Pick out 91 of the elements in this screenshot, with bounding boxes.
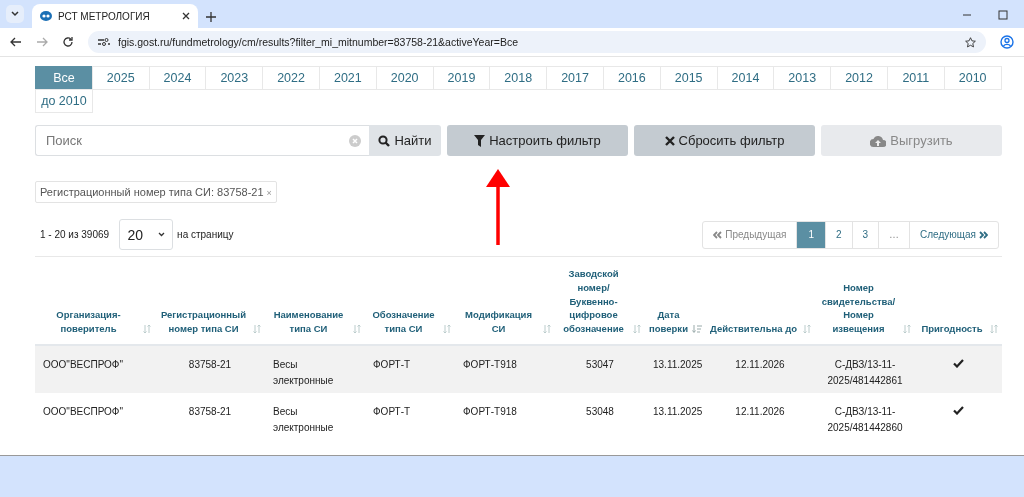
next-page-button[interactable]: Следующая (909, 221, 998, 248)
table-cell: ООО"ВЕСПРОФ" (43, 406, 123, 417)
column-header[interactable]: Организация-поверитель (38, 308, 139, 336)
column-header[interactable]: Регистрационный номер типа СИ (158, 308, 249, 336)
year-tab[interactable]: 2023 (205, 66, 264, 90)
table-cell: 13.11.2025 (653, 406, 703, 417)
table-cell: С-ДВЗ/13-11-2025/481442861 (827, 359, 903, 386)
table-cell: ФОРТ-Т918 (463, 359, 517, 370)
search-icon (378, 134, 391, 147)
table-cell: 83758-21 (188, 406, 232, 417)
sort-icon[interactable] (352, 324, 362, 334)
sort-icon[interactable] (802, 324, 812, 334)
column-header[interactable]: Модификация СИ (458, 308, 539, 336)
table-cell: С-ДВЗ/13-11-2025/481442860 (827, 406, 903, 433)
address-bar[interactable]: fgis.gost.ru/fundmetrology/cm/results?filter_mi_mitnumber=83758-21&activeYear=Все (88, 31, 986, 53)
forward-icon[interactable] (36, 36, 48, 48)
table-cell: ФОРТ-Т (373, 359, 411, 370)
sort-icon[interactable] (442, 324, 452, 334)
search-button[interactable]: Найти (369, 125, 441, 156)
page-button[interactable]: 1 (796, 221, 825, 248)
results-range: 1 - 20 из 39069 (40, 229, 110, 240)
sort-icon[interactable] (252, 324, 262, 334)
table-cell: ФОРТ-Т918 (463, 406, 517, 417)
browser-tab[interactable]: РСТ МЕТРОЛОГИЯ (32, 4, 198, 28)
double-chevron-right-icon (979, 230, 988, 239)
clear-icon[interactable] (349, 135, 361, 147)
year-tab[interactable]: 2020 (375, 66, 434, 90)
column-header[interactable]: Номер свидетельства/ Номер извещения (818, 280, 899, 336)
table-cell: ФОРТ-Т (373, 406, 411, 417)
column-header[interactable]: Заводской номер/ Буквенно-цифровое обозначение (558, 267, 629, 336)
reset-button[interactable]: Сбросить фильтр (634, 125, 815, 156)
profile-icon[interactable] (1000, 35, 1014, 49)
year-tab[interactable]: 2021 (319, 66, 377, 90)
year-tab[interactable]: 2019 (432, 66, 491, 90)
table-cell: 53048 (586, 406, 614, 417)
site-settings-icon (98, 37, 110, 47)
table-cell: 83758-21 (188, 359, 232, 370)
year-tab[interactable]: Все (35, 66, 93, 90)
table-cell: ООО"ВЕСПРОФ" (43, 359, 123, 370)
year-tab[interactable]: 2024 (148, 66, 207, 90)
table-cell: Весы электронные (273, 359, 334, 386)
year-tab[interactable]: 2011 (886, 66, 945, 90)
column-header[interactable]: Действительна до (708, 322, 799, 336)
sort-icon[interactable] (142, 324, 152, 334)
back-icon[interactable] (10, 36, 22, 48)
column-header[interactable]: Пригодность (918, 322, 986, 336)
year-tab[interactable]: 2015 (659, 66, 718, 90)
year-tab[interactable]: 2013 (773, 66, 832, 90)
tab-title: РСТ МЕТРОЛОГИЯ (58, 10, 151, 22)
maximize-icon[interactable] (998, 10, 1008, 20)
page-size-select[interactable]: 20 (119, 219, 174, 250)
filter-chip[interactable]: Регистрационный номер типа СИ: 83758-21 × (35, 181, 277, 203)
sort-icon[interactable] (692, 324, 702, 334)
table-cell: 12.11.2026 (735, 359, 785, 370)
filter-button[interactable]: Настроить фильтр (447, 125, 628, 156)
column-header[interactable]: Обозначение типа СИ (368, 308, 439, 336)
year-tab[interactable]: 2025 (91, 66, 150, 90)
table-cell: 13.11.2025 (653, 359, 703, 370)
page-button[interactable]: 2 (824, 221, 852, 248)
year-tab[interactable]: до 2010 (35, 89, 93, 113)
year-tab[interactable]: 2016 (602, 66, 661, 90)
cloud-upload-icon (870, 134, 887, 147)
column-header[interactable]: Наименование типа СИ (268, 308, 349, 336)
close-icon (664, 135, 675, 146)
chevron-down-icon (11, 11, 19, 17)
column-header[interactable]: Дата поверки (648, 308, 689, 336)
reload-icon[interactable] (62, 36, 74, 48)
star-icon[interactable] (965, 36, 976, 48)
filter-icon (474, 134, 486, 147)
table-cell: 53047 (586, 359, 614, 370)
per-page-label: на страницу (177, 229, 234, 240)
sort-icon[interactable] (902, 324, 912, 334)
sort-icon[interactable] (632, 324, 642, 334)
year-tab[interactable]: 2017 (546, 66, 604, 90)
search-field[interactable]: Поиск (35, 125, 369, 156)
site-logo-icon (40, 11, 52, 21)
close-icon[interactable] (182, 12, 190, 20)
table-cell: Весы электронные (273, 406, 334, 433)
new-tab-icon[interactable] (206, 12, 216, 22)
sort-icon[interactable] (542, 324, 552, 334)
year-tab[interactable]: 2014 (716, 66, 775, 90)
year-tab[interactable]: 2018 (489, 66, 548, 90)
table-cell: 12.11.2026 (735, 406, 785, 417)
year-tab[interactable]: 2012 (830, 66, 888, 90)
year-tab[interactable]: 2010 (943, 66, 1002, 90)
page-button[interactable]: 3 (851, 221, 879, 248)
tab-list-button[interactable] (6, 5, 24, 23)
sort-icon[interactable] (989, 324, 999, 334)
year-tab[interactable]: 2022 (262, 66, 320, 90)
double-chevron-left-icon (713, 230, 723, 239)
chevron-down-icon (157, 232, 165, 237)
